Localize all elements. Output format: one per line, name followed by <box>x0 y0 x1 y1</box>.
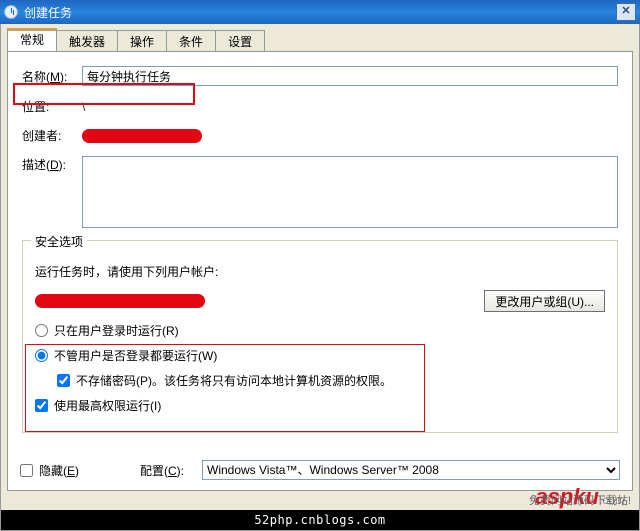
row-description: 描述(D): <box>22 156 618 228</box>
radio-only-logged-on-label: 只在用户登录时运行(R) <box>54 322 179 339</box>
configure-for-label: 配置(C): <box>140 462 202 479</box>
name-input[interactable] <box>82 66 618 86</box>
security-groupbox: 安全选项 运行任务时，请使用下列用户帐户: 更改用户或组(U)... 只在用户登… <box>22 240 618 433</box>
radio-whether-logged[interactable]: 不管用户是否登录都要运行(W) <box>35 347 605 364</box>
dialog-body: 常规 触发器 操作 条件 设置 名称(M): 位置: \ 创建者: 描述(D): <box>0 24 640 531</box>
check-hidden[interactable]: 隐藏(E) <box>20 462 140 479</box>
radio-only-logged-on[interactable]: 只在用户登录时运行(R) <box>35 322 605 339</box>
check-no-store-password[interactable]: 不存储密码(P)。该任务将只有访问本地计算机资源的权限。 <box>57 372 605 389</box>
description-textarea[interactable] <box>82 156 618 228</box>
location-label: 位置: <box>22 98 82 115</box>
check-hidden-label: 隐藏(E) <box>39 462 79 479</box>
radio-whether-logged-input[interactable] <box>35 349 48 362</box>
check-highest-privileges-input[interactable] <box>35 399 48 412</box>
row-author: 创建者: <box>22 127 618 144</box>
row-location: 位置: \ <box>22 98 618 115</box>
account-row: 更改用户或组(U)... <box>35 290 605 312</box>
check-highest-privileges-label: 使用最高权限运行(I) <box>54 397 161 414</box>
check-highest-privileges[interactable]: 使用最高权限运行(I) <box>35 397 605 414</box>
window-title: 创建任务 <box>24 4 72 21</box>
tab-settings[interactable]: 设置 <box>215 30 265 51</box>
tab-strip: 常规 触发器 操作 条件 设置 <box>7 30 633 52</box>
check-no-store-password-label: 不存储密码(P)。该任务将只有访问本地计算机资源的权限。 <box>76 372 392 389</box>
tab-conditions[interactable]: 条件 <box>166 30 216 51</box>
tab-actions[interactable]: 操作 <box>117 30 167 51</box>
account-value-redacted <box>35 294 205 308</box>
radio-whether-logged-label: 不管用户是否登录都要运行(W) <box>54 347 217 364</box>
account-prompt: 运行任务时，请使用下列用户帐户: <box>35 263 605 280</box>
author-value-redacted <box>82 129 202 143</box>
check-no-store-password-input[interactable] <box>57 374 70 387</box>
config-row: 隐藏(E) 配置(C): Windows Vista™、Windows Serv… <box>20 460 620 480</box>
description-label: 描述(D): <box>22 156 82 173</box>
name-label: 名称(M): <box>22 68 82 85</box>
radio-only-logged-on-input[interactable] <box>35 324 48 337</box>
footer-blog: 52php.cnblogs.com <box>1 510 639 530</box>
tab-triggers[interactable]: 触发器 <box>56 30 118 51</box>
title-bar: 创建任务 ✕ <box>0 0 640 24</box>
location-value: \ <box>82 100 85 114</box>
tab-general[interactable]: 常规 <box>7 28 57 51</box>
tab-panel-general: 名称(M): 位置: \ 创建者: 描述(D): 安全选项 运行任务时，请使用下… <box>7 51 633 491</box>
row-name: 名称(M): <box>22 66 618 86</box>
change-user-button[interactable]: 更改用户或组(U)... <box>484 290 605 312</box>
check-hidden-input[interactable] <box>20 464 33 477</box>
security-legend: 安全选项 <box>31 233 87 250</box>
app-icon <box>4 5 18 19</box>
close-button[interactable]: ✕ <box>616 3 636 21</box>
author-label: 创建者: <box>22 127 82 144</box>
configure-for-select[interactable]: Windows Vista™、Windows Server™ 2008 <box>202 460 620 480</box>
subfooter-text: 免费网站源码下载站! <box>529 492 631 508</box>
